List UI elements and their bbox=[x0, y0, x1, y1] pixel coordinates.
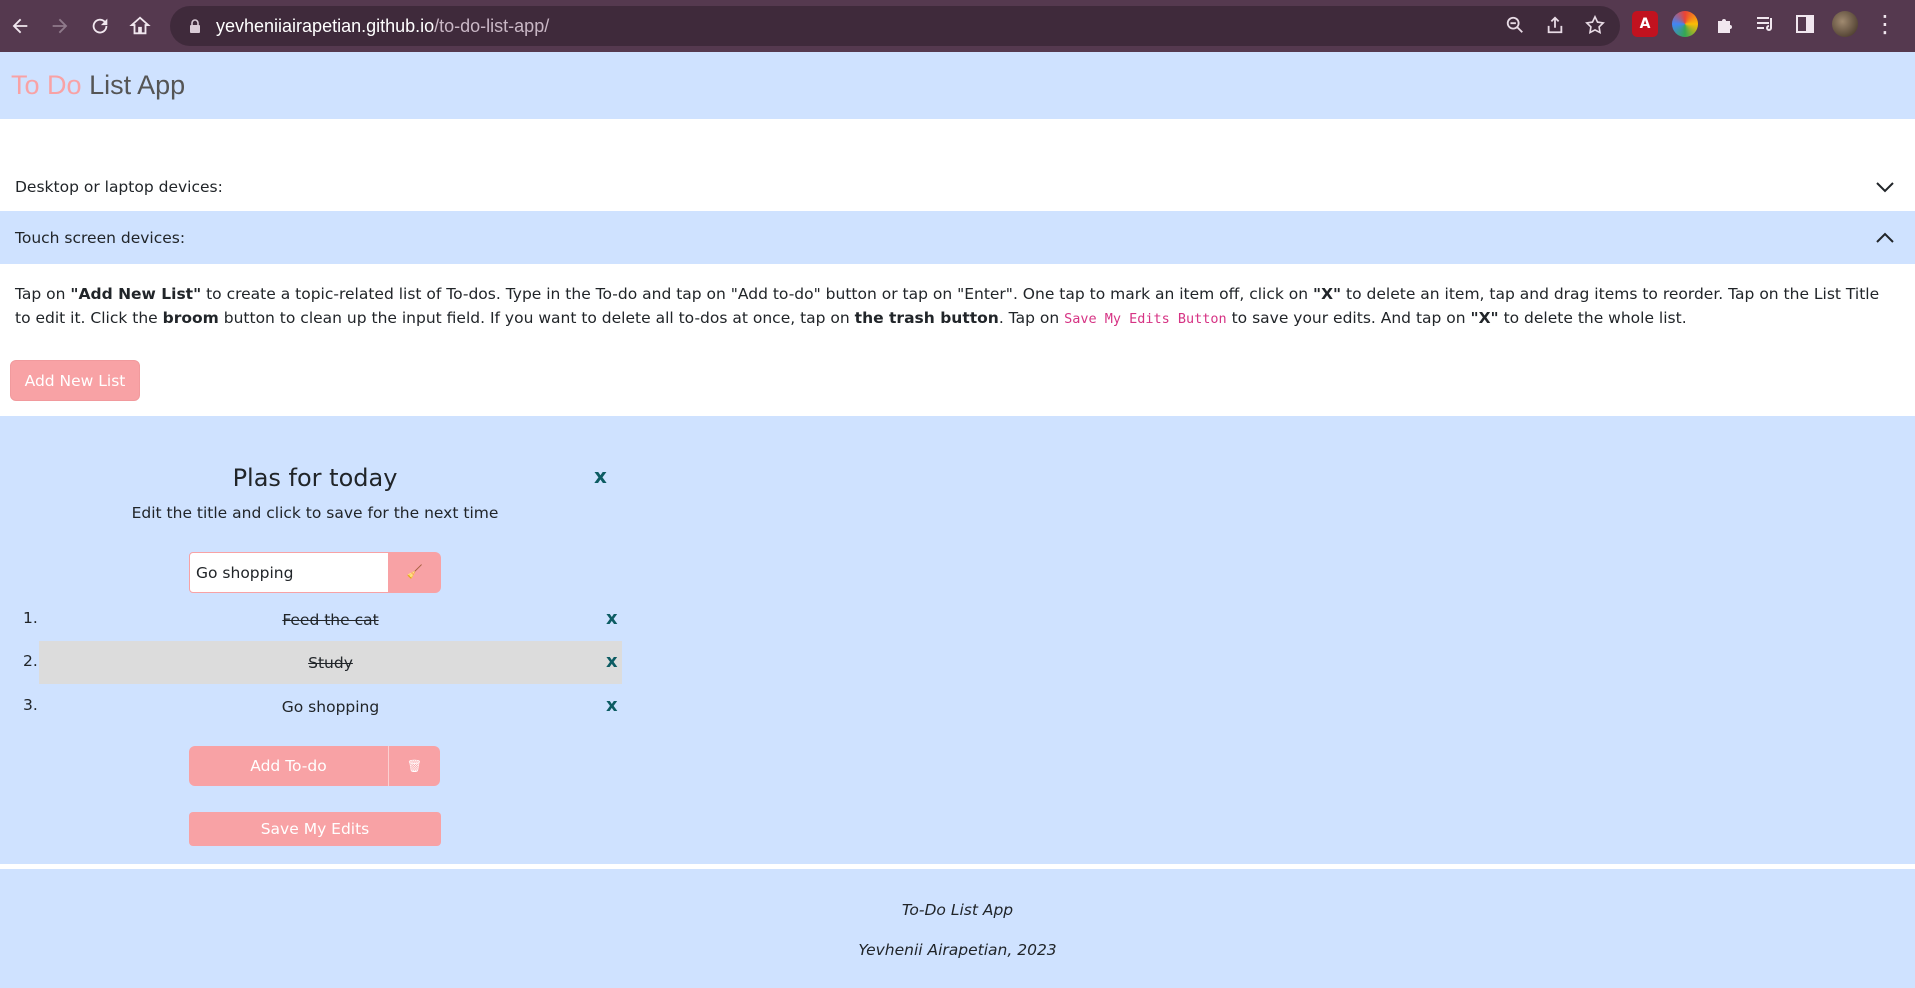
address-bar[interactable]: yevheniiairapetian.github.io/to-do-list-… bbox=[170, 6, 1620, 46]
instructions-bold: broom bbox=[162, 309, 219, 327]
zoom-icon[interactable] bbox=[1504, 14, 1526, 36]
save-my-edits-button[interactable]: Save My Edits bbox=[189, 812, 441, 846]
item-text[interactable]: Study bbox=[308, 654, 353, 672]
item-number: 1. bbox=[23, 609, 38, 627]
instructions-text: . Tap on bbox=[998, 309, 1065, 327]
instructions-bold: the trash button bbox=[854, 309, 999, 327]
item-text[interactable]: Feed the cat bbox=[282, 611, 378, 629]
accordion-desktop-label: Desktop or laptop devices: bbox=[15, 178, 223, 196]
trash-icon: 🗑 bbox=[406, 759, 423, 773]
browser-toolbar: yevheniiairapetian.github.io/to-do-list-… bbox=[0, 0, 1915, 52]
puzzle-icon[interactable] bbox=[1712, 11, 1738, 37]
pdf-extension-icon[interactable]: A bbox=[1632, 11, 1658, 37]
side-panel-icon[interactable] bbox=[1792, 11, 1818, 37]
list-item[interactable]: 1. Feed the cat x bbox=[0, 598, 630, 641]
list-item[interactable]: 2. Study x bbox=[0, 641, 630, 684]
accordion-desktop[interactable]: Desktop or laptop devices: bbox=[0, 164, 1915, 210]
instructions-code: Save My Edits Button bbox=[1064, 311, 1227, 327]
menu-icon[interactable]: ⋮ bbox=[1872, 10, 1898, 38]
add-new-list-button[interactable]: Add New List bbox=[10, 360, 140, 401]
share-icon[interactable] bbox=[1544, 14, 1566, 36]
footer-app-name: To-Do List App bbox=[901, 901, 1014, 919]
delete-item-button[interactable]: x bbox=[606, 651, 618, 672]
chevron-up-icon bbox=[1876, 232, 1894, 243]
brand-part-list-app: List App bbox=[89, 70, 186, 100]
app-header: To Do List App bbox=[0, 52, 1915, 119]
todo-list-card: Plas for today x Edit the title and clic… bbox=[0, 416, 630, 864]
reload-icon[interactable] bbox=[80, 6, 120, 46]
instructions-text: to create a topic-related list of To-dos… bbox=[201, 285, 1313, 303]
trash-button[interactable]: 🗑 bbox=[389, 746, 440, 786]
accordion-touch-body: Tap on "Add New List" to create a topic-… bbox=[15, 282, 1895, 331]
broom-icon: 🧹 bbox=[406, 565, 424, 580]
instructions-text: to delete the whole list. bbox=[1498, 309, 1687, 327]
todo-input-group: Go shopping 🧹 bbox=[189, 552, 441, 593]
delete-list-button[interactable]: x bbox=[594, 464, 607, 488]
item-text[interactable]: Go shopping bbox=[282, 698, 379, 716]
instructions-text: Tap on bbox=[15, 285, 71, 303]
add-todo-button[interactable]: Add To-do bbox=[189, 746, 389, 786]
instructions-bold: "X" bbox=[1313, 285, 1342, 303]
instructions-text: button to clean up the input field. If y… bbox=[218, 309, 855, 327]
broom-button[interactable]: 🧹 bbox=[389, 552, 441, 593]
color-extension-icon[interactable] bbox=[1672, 11, 1698, 37]
brand-title[interactable]: To Do List App bbox=[11, 70, 185, 101]
back-icon[interactable] bbox=[0, 6, 40, 46]
accordion-touch[interactable]: Touch screen devices: bbox=[0, 211, 1915, 264]
list-title[interactable]: Plas for today bbox=[0, 464, 630, 492]
todo-input[interactable]: Go shopping bbox=[189, 552, 389, 593]
item-number: 3. bbox=[23, 696, 38, 714]
lists-section: Plas for today x Edit the title and clic… bbox=[0, 416, 1915, 864]
instructions-bold: "Add New List" bbox=[70, 285, 202, 303]
url-path: /to-do-list-app/ bbox=[434, 15, 550, 36]
lock-icon[interactable] bbox=[188, 19, 202, 33]
list-subtitle: Edit the title and click to save for the… bbox=[131, 504, 499, 522]
footer: To-Do List App Yevhenii Airapetian, 2023 bbox=[0, 869, 1915, 988]
list-item[interactable]: 3. Go shopping x bbox=[0, 685, 630, 728]
url-text[interactable]: yevheniiairapetian.github.io/to-do-list-… bbox=[216, 16, 549, 37]
url-host: yevheniiairapetian.github.io bbox=[216, 15, 435, 36]
forward-icon[interactable] bbox=[40, 6, 80, 46]
footer-credit: Yevhenii Airapetian, 2023 bbox=[858, 941, 1057, 959]
delete-item-button[interactable]: x bbox=[606, 608, 618, 629]
item-number: 2. bbox=[23, 652, 38, 670]
delete-item-button[interactable]: x bbox=[606, 695, 618, 716]
accordion-touch-label: Touch screen devices: bbox=[15, 228, 186, 247]
media-icon[interactable] bbox=[1752, 11, 1778, 37]
star-icon[interactable] bbox=[1584, 14, 1606, 36]
instructions-bold: "X" bbox=[1470, 309, 1499, 327]
instructions-text: to save your edits. And tap on bbox=[1226, 309, 1471, 327]
chevron-down-icon bbox=[1876, 182, 1894, 193]
brand-part-todo: To Do bbox=[11, 70, 82, 100]
home-icon[interactable] bbox=[120, 6, 160, 46]
avatar[interactable] bbox=[1832, 11, 1858, 37]
add-todo-group: Add To-do 🗑 bbox=[189, 746, 440, 786]
